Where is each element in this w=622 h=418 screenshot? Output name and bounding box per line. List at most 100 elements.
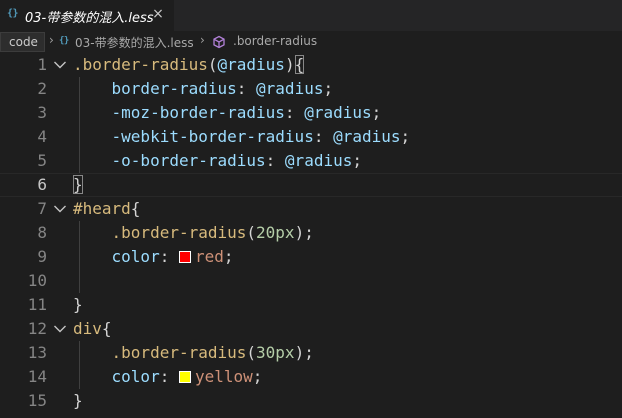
tab-title: 03-带参数的混入.less (25, 11, 154, 26)
editor-window: {} 03-带参数的混入.less × code › {} 03-带参数的混入.… (0, 0, 622, 418)
code-line: 9 color: red; (0, 245, 622, 269)
color-swatch-red[interactable] (178, 251, 191, 263)
token-property: -moz-border-radius (111, 103, 285, 122)
line-number: 1 (37, 55, 47, 74)
code-text: div{ (73, 317, 112, 341)
chevron-right-icon: › (200, 33, 205, 47)
token-paren: ( (207, 55, 218, 74)
breadcrumb-file[interactable]: 03-带参数的混入.less (75, 34, 194, 51)
line-number: 7 (37, 199, 47, 218)
line-number: 13 (27, 343, 47, 362)
tab-bar: {} 03-带参数的混入.less × (0, 0, 622, 31)
tab-active-file[interactable]: {} 03-带参数的混入.less × (0, 0, 174, 31)
token-property: color (111, 247, 160, 266)
line-number: 11 (27, 295, 47, 314)
breadcrumb-folder[interactable]: code (0, 32, 45, 52)
code-text: color: red; (73, 245, 234, 269)
code-line: 15 } (0, 389, 622, 413)
token-paren: ( (246, 223, 257, 242)
token-variable: @radius (217, 55, 285, 74)
code-line: 5 -o-border-radius: @radius; (0, 149, 622, 173)
line-number: 12 (27, 319, 47, 338)
code-line-current: 6 } (0, 173, 622, 197)
token-property: border-radius (111, 79, 237, 98)
less-file-icon: {} (7, 8, 19, 19)
line-number: 9 (37, 247, 47, 266)
line-number: 2 (37, 79, 47, 98)
token-number: 30px (256, 343, 295, 362)
code-line: 10 (0, 269, 622, 293)
breadcrumb: code › {} 03-带参数的混入.less › .border-radiu… (0, 31, 622, 53)
code-text: } (73, 293, 83, 317)
code-text: } (73, 174, 83, 196)
token-selector: .border-radius (73, 55, 208, 74)
line-number: 3 (37, 103, 47, 122)
line-number: 6 (37, 175, 47, 194)
close-icon[interactable]: × (150, 6, 166, 22)
line-number: 14 (27, 367, 47, 386)
code-text: -o-border-radius: @radius; (73, 149, 362, 173)
code-text: .border-radius(20px); (73, 221, 314, 245)
code-line: 3 -moz-border-radius: @radius; (0, 101, 622, 125)
chevron-down-icon[interactable] (53, 324, 67, 334)
token-variable: @radius (304, 103, 372, 122)
less-file-icon: {} (59, 36, 69, 46)
code-line: 7 #heard{ (0, 197, 622, 221)
code-line: 12 div{ (0, 317, 622, 341)
chevron-right-icon: › (49, 33, 54, 47)
token-value: red (194, 247, 224, 266)
token-brace-matched: } (73, 175, 83, 194)
token-value: yellow (194, 367, 253, 386)
chevron-down-icon[interactable] (53, 204, 67, 214)
code-line: 4 -webkit-border-radius: @radius; (0, 125, 622, 149)
line-number: 5 (37, 151, 47, 170)
token-colon: : (265, 151, 285, 170)
code-text: } (73, 389, 83, 413)
symbol-class-icon (213, 35, 225, 49)
code-text: color: yellow; (73, 365, 263, 389)
line-number: 8 (37, 223, 47, 242)
token-brace: } (73, 295, 83, 314)
code-text: border-radius: @radius; (73, 77, 334, 101)
token-semicolon: ; (400, 127, 411, 146)
token-paren: ); (294, 223, 314, 242)
token-colon: : (284, 103, 305, 122)
token-semicolon: ; (223, 247, 234, 266)
code-line: 1 .border-radius(@radius){ (0, 53, 622, 77)
color-swatch-yellow[interactable] (178, 371, 191, 383)
token-colon: : (236, 79, 257, 98)
token-property: color (111, 367, 160, 386)
token-mixin-call: .border-radius (111, 223, 247, 242)
token-semicolon: ; (371, 103, 382, 122)
token-paren: ); (294, 343, 314, 362)
token-variable: @radius (333, 127, 401, 146)
token-property: -webkit-border-radius (111, 127, 314, 146)
code-text: .border-radius(30px); (73, 341, 314, 365)
token-paren: ( (246, 343, 257, 362)
breadcrumb-symbol[interactable]: .border-radius (233, 34, 317, 48)
token-variable: @radius (284, 151, 353, 170)
token-brace-matched: { (294, 55, 305, 74)
code-editor[interactable]: 1 .border-radius(@radius){ 2 border-radi… (0, 53, 622, 418)
token-property: -o-border-radius (111, 151, 266, 170)
token-paren: ) (284, 55, 295, 74)
token-semicolon: ; (323, 79, 334, 98)
chevron-down-icon[interactable] (53, 60, 67, 70)
code-line: 14 color: yellow; (0, 365, 622, 389)
token-brace: { (130, 199, 141, 218)
code-text: #heard{ (73, 197, 140, 221)
code-text: -moz-border-radius: @radius; (73, 101, 382, 125)
line-number: 15 (27, 391, 47, 410)
token-brace: } (73, 391, 83, 410)
code-line: 2 border-radius: @radius; (0, 77, 622, 101)
code-text: .border-radius(@radius){ (73, 53, 305, 77)
token-semicolon: ; (252, 367, 263, 386)
token-number: 20px (256, 223, 295, 242)
token-selector: #heard (73, 199, 131, 218)
token-tag: div (73, 319, 102, 338)
token-colon: : (159, 247, 179, 266)
line-number: 4 (37, 127, 47, 146)
token-colon: : (313, 127, 334, 146)
token-colon: : (159, 367, 179, 386)
token-variable: @radius (256, 79, 324, 98)
